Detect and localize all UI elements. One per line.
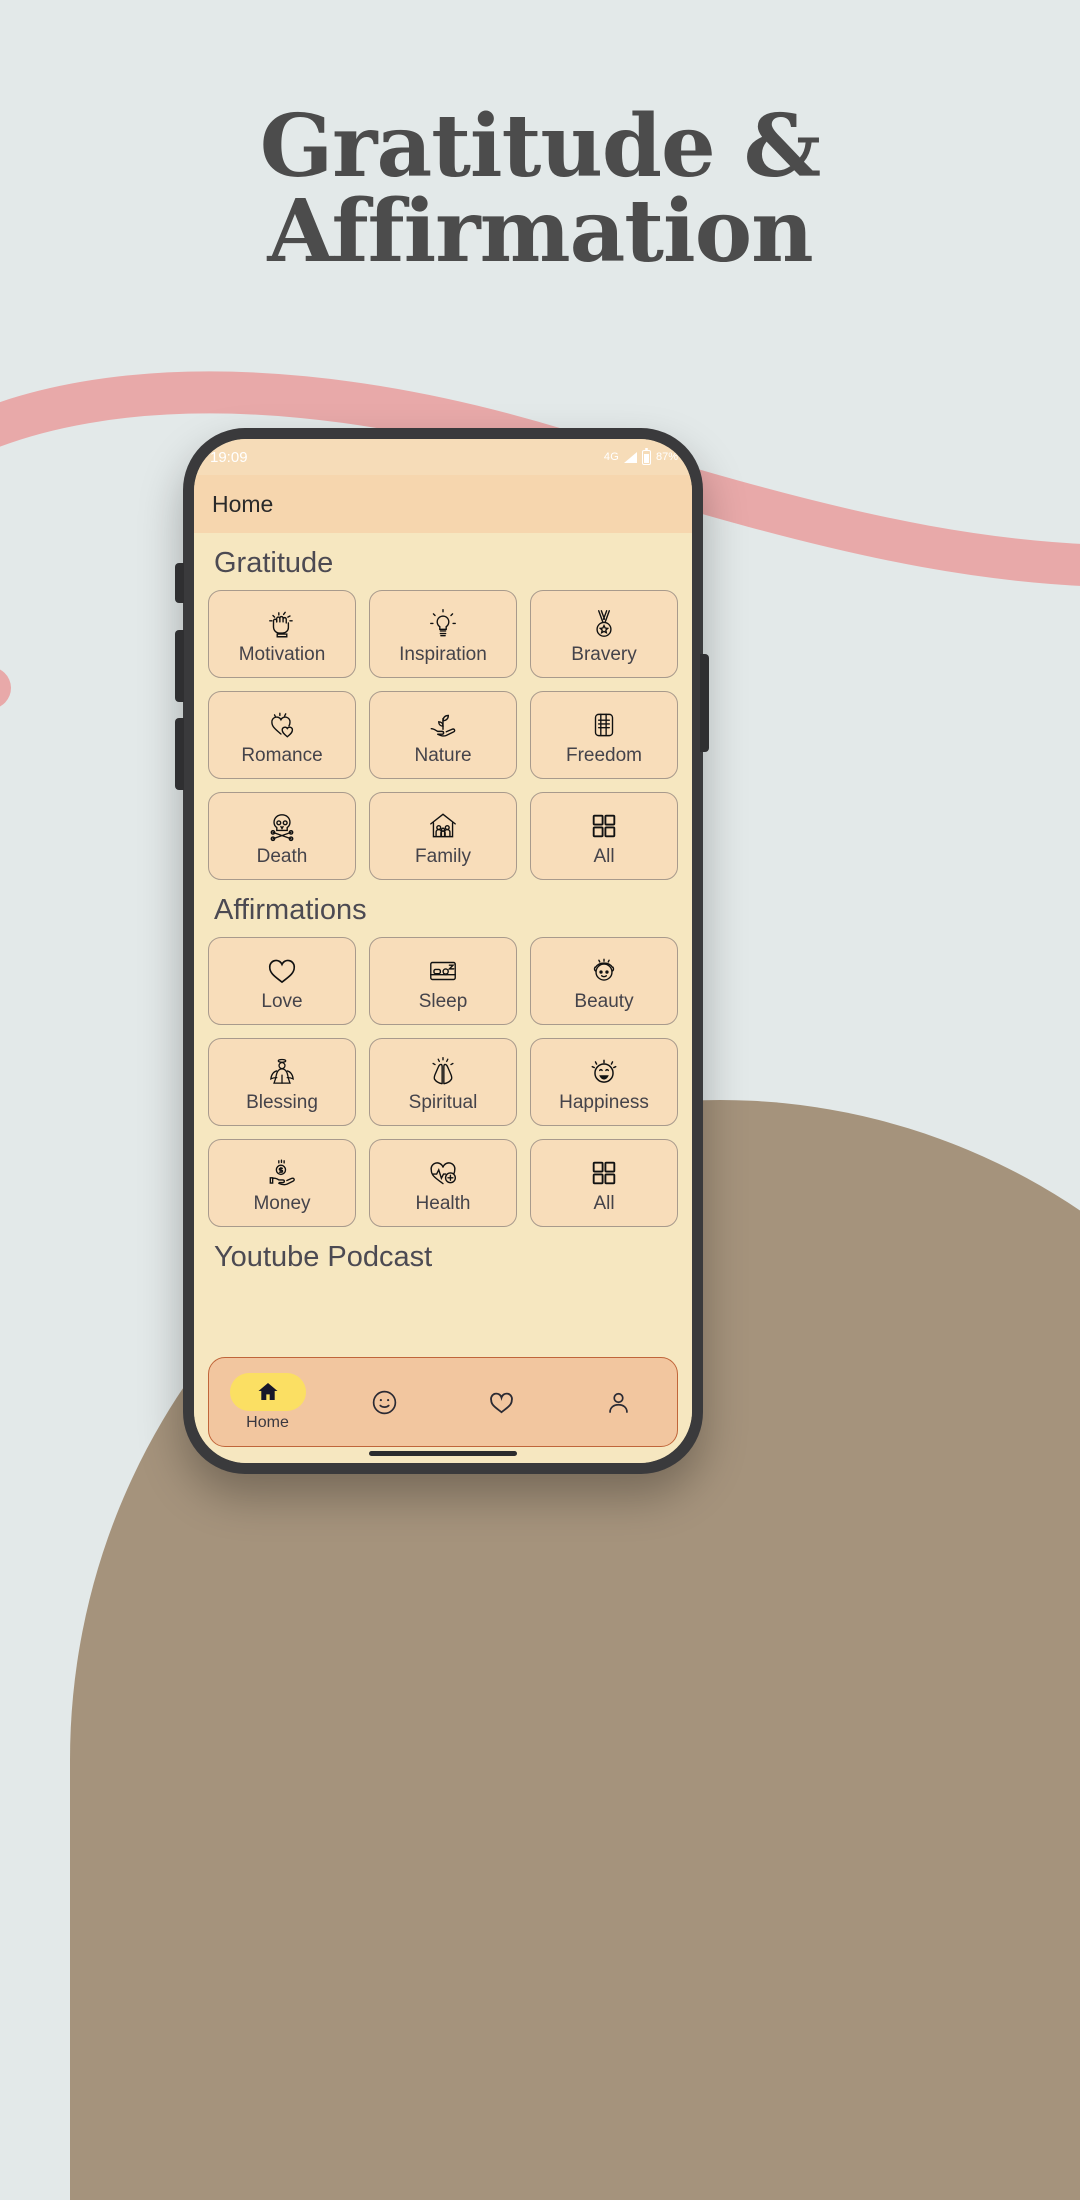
section-title-gratitude: Gratitude (214, 547, 334, 579)
tile-label: Beauty (574, 990, 634, 1012)
app-screen: 19:09 4G 87% Home Gratitude Motivation I… (194, 439, 692, 1463)
tile-label: Family (415, 845, 471, 867)
grid-squares-icon (589, 1154, 619, 1192)
smiley-icon (370, 1388, 399, 1417)
tile-label: Freedom (565, 744, 643, 766)
app-bar: Home (194, 475, 692, 533)
phone-power-button[interactable] (700, 654, 709, 752)
home-indicator (369, 1451, 517, 1456)
status-time: 19:09 (210, 448, 248, 466)
tile-bravery[interactable]: Bravery (530, 590, 678, 678)
raised-fist-icon (265, 605, 299, 643)
bottom-navigation: Home (208, 1357, 678, 1447)
tile-inspiration[interactable]: Inspiration (369, 590, 517, 678)
heart-pulse-plus-icon (426, 1154, 460, 1192)
skull-crossbones-icon (265, 807, 299, 845)
nav-label-home: Home (246, 1413, 289, 1431)
heart-outline-icon (487, 1388, 516, 1417)
tile-label: Health (415, 1192, 471, 1214)
hand-sprout-icon (426, 706, 460, 744)
phone-screen-frame: 19:09 4G 87% Home Gratitude Motivation I… (194, 439, 692, 1463)
tile-label: Nature (414, 744, 472, 766)
tile-sleep[interactable]: Sleep (369, 937, 517, 1025)
tile-label: All (593, 845, 615, 867)
phone-volume-down[interactable] (175, 718, 184, 790)
face-spa-icon (587, 952, 621, 990)
grid-squares-icon (589, 807, 619, 845)
tile-love[interactable]: Love (208, 937, 356, 1025)
nav-item-mood[interactable] (326, 1388, 443, 1417)
two-hearts-icon (265, 706, 299, 744)
tile-motivation[interactable]: Motivation (208, 590, 356, 678)
tile-blessing[interactable]: Blessing (208, 1038, 356, 1126)
tile-spiritual[interactable]: Spiritual (369, 1038, 517, 1126)
fist-icon (587, 706, 621, 744)
tile-all-affirmations[interactable]: All (530, 1139, 678, 1227)
status-bar: 19:09 4G 87% (194, 439, 692, 475)
tile-label: Happiness (559, 1091, 649, 1113)
tile-family[interactable]: Family (369, 792, 517, 880)
tile-all-gratitude[interactable]: All (530, 792, 678, 880)
tile-label: Death (256, 845, 308, 867)
battery-icon (641, 447, 651, 465)
tile-label: Bravery (571, 643, 637, 665)
nav-item-home[interactable]: Home (209, 1372, 326, 1432)
phone-mockup: 19:09 4G 87% Home Gratitude Motivation I… (183, 428, 703, 1474)
scroll-content[interactable]: Gratitude Motivation Inspiration Bravery… (194, 533, 692, 1463)
angel-icon (265, 1053, 299, 1091)
tile-label: All (593, 1192, 615, 1214)
medal-icon (587, 605, 621, 643)
heart-icon (265, 952, 299, 990)
sleeping-bed-icon (426, 952, 460, 990)
nav-item-favorites[interactable] (443, 1388, 560, 1417)
network-label: 4G (603, 451, 619, 463)
tile-label: Romance (241, 744, 323, 766)
signal-bars-icon (623, 451, 637, 463)
tile-money[interactable]: Money (208, 1139, 356, 1227)
tile-freedom[interactable]: Freedom (530, 691, 678, 779)
person-icon (605, 1389, 632, 1416)
tile-death[interactable]: Death (208, 792, 356, 880)
tile-label: Spiritual (408, 1091, 478, 1113)
tile-label: Love (261, 990, 303, 1012)
tile-label: Sleep (418, 990, 468, 1012)
lightbulb-icon (426, 605, 460, 643)
hand-coin-icon (265, 1154, 299, 1192)
family-house-icon (426, 807, 460, 845)
tile-label: Inspiration (399, 643, 487, 665)
affirmations-grid: Love Sleep Beauty Blessing Spiritual Hap… (208, 937, 678, 1227)
home-icon (229, 1372, 306, 1411)
tile-happiness[interactable]: Happiness (530, 1038, 678, 1126)
section-title-affirmations: Affirmations (214, 894, 367, 926)
tile-label: Motivation (238, 643, 326, 665)
poster-headline: Gratitude & Affirmation (0, 104, 1080, 283)
status-indicators: 4G 87% (603, 447, 678, 465)
gratitude-grid: Motivation Inspiration Bravery Romance N… (208, 590, 678, 880)
section-title-youtube-podcast: Youtube Podcast (214, 1241, 433, 1273)
tile-health[interactable]: Health (369, 1139, 517, 1227)
headline-line-2: Affirmation (267, 181, 813, 283)
page-title: Home (212, 490, 274, 517)
tile-nature[interactable]: Nature (369, 691, 517, 779)
tile-beauty[interactable]: Beauty (530, 937, 678, 1025)
praying-hands-icon (426, 1053, 460, 1091)
tile-label: Blessing (246, 1091, 318, 1113)
tile-romance[interactable]: Romance (208, 691, 356, 779)
tile-label: Money (253, 1192, 311, 1214)
battery-percent: 87% (655, 451, 678, 463)
phone-volume-up[interactable] (175, 630, 184, 702)
phone-mute-switch[interactable] (175, 563, 184, 603)
nav-item-profile[interactable] (560, 1389, 677, 1416)
smiling-face-icon (587, 1053, 621, 1091)
